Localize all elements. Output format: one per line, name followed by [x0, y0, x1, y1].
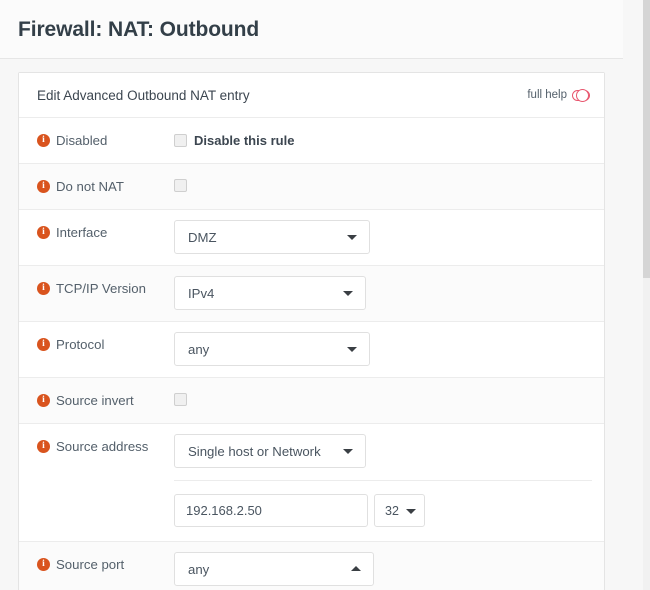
disable-this-rule-checkbox[interactable] — [174, 134, 187, 147]
row-field-disabled: Disable this rule — [174, 118, 604, 159]
protocol-select-value: any — [188, 341, 210, 357]
full-help-label: full help — [527, 89, 567, 101]
disable-this-rule-checkbox-group[interactable]: Disable this rule — [174, 128, 592, 148]
label-text: Protocol — [56, 337, 105, 352]
row-field-source-port: any — [174, 542, 604, 590]
panel-heading-label: Edit Advanced Outbound NAT entry — [37, 88, 250, 103]
form-row-source-port: i Source port any — [19, 542, 604, 590]
info-icon[interactable]: i — [37, 558, 50, 571]
page-gutter — [622, 0, 650, 590]
row-field-source-address: Single host or Network 32 — [174, 424, 604, 541]
content-area: Edit Advanced Outbound NAT entry full he… — [0, 59, 623, 590]
label-text: Source address — [56, 439, 149, 454]
source-address-input-group: 32 — [174, 494, 592, 527]
info-icon[interactable]: i — [37, 180, 50, 193]
chevron-down-icon — [343, 291, 353, 296]
page-root: Firewall: NAT: Outbound Edit Advanced Ou… — [0, 0, 650, 590]
row-field-interface: DMZ — [174, 210, 604, 265]
protocol-select[interactable]: any — [174, 332, 370, 366]
form-row-disabled: i Disabled Disable this rule — [19, 118, 604, 164]
field-divider — [174, 480, 592, 481]
label-text: Source invert — [56, 393, 134, 408]
page-title: Firewall: NAT: Outbound — [18, 18, 260, 41]
vertical-scrollbar[interactable] — [643, 0, 650, 590]
interface-select-value: DMZ — [188, 229, 217, 245]
form-row-source-invert: i Source invert — [19, 378, 604, 424]
form-row-source-address: i Source address Single host or Network … — [19, 424, 604, 542]
label-text: Do not NAT — [56, 179, 124, 194]
full-help-toggle[interactable]: full help — [527, 89, 590, 103]
chevron-down-icon — [343, 449, 353, 454]
toggle-switch-icon[interactable] — [572, 89, 590, 103]
form-row-tcp-ip-version: i TCP/IP Version IPv4 — [19, 266, 604, 322]
form-row-protocol: i Protocol any — [19, 322, 604, 378]
label-text: Interface — [56, 225, 108, 240]
interface-select[interactable]: DMZ — [174, 220, 370, 254]
info-icon[interactable]: i — [37, 440, 50, 453]
source-port-select[interactable]: any — [174, 552, 374, 586]
chevron-down-icon — [406, 508, 416, 514]
row-field-do-not-nat — [174, 164, 604, 203]
label-text: TCP/IP Version — [56, 281, 146, 296]
source-address-input[interactable] — [174, 494, 368, 527]
tcp-ip-version-select-value: IPv4 — [188, 285, 215, 301]
tcp-ip-version-select[interactable]: IPv4 — [174, 276, 366, 310]
row-label-interface: i Interface — [19, 210, 174, 255]
label-text: Disabled — [56, 133, 108, 148]
info-icon[interactable]: i — [37, 282, 50, 295]
source-address-cidr-value: 32 — [385, 503, 399, 518]
label-text: Source port — [56, 557, 125, 572]
info-icon[interactable]: i — [37, 338, 50, 351]
chevron-down-icon — [347, 235, 357, 240]
form-row-interface: i Interface DMZ — [19, 210, 604, 266]
source-invert-checkbox[interactable] — [174, 393, 187, 406]
info-icon[interactable]: i — [37, 226, 50, 239]
chevron-down-icon — [347, 347, 357, 352]
do-not-nat-checkbox-group[interactable] — [174, 174, 592, 192]
row-field-protocol: any — [174, 322, 604, 377]
source-address-type-select[interactable]: Single host or Network — [174, 434, 366, 468]
row-label-source-address: i Source address — [19, 424, 174, 469]
row-field-source-invert — [174, 378, 604, 417]
row-label-source-invert: i Source invert — [19, 378, 174, 423]
row-label-disabled: i Disabled — [19, 118, 174, 163]
row-field-tcp-ip-version: IPv4 — [174, 266, 604, 321]
do-not-nat-checkbox[interactable] — [174, 179, 187, 192]
row-label-do-not-nat: i Do not NAT — [19, 164, 174, 209]
disable-this-rule-label: Disable this rule — [194, 133, 295, 148]
info-icon[interactable]: i — [37, 394, 50, 407]
row-label-tcp-ip-version: i TCP/IP Version — [19, 266, 174, 311]
scrollbar-thumb[interactable] — [643, 0, 650, 278]
source-invert-checkbox-group[interactable] — [174, 388, 592, 406]
source-address-cidr-select[interactable]: 32 — [374, 494, 425, 527]
chevron-up-icon — [351, 566, 361, 571]
info-icon[interactable]: i — [37, 134, 50, 147]
form-row-do-not-nat: i Do not NAT — [19, 164, 604, 210]
row-label-source-port: i Source port — [19, 542, 174, 587]
panel-header: Edit Advanced Outbound NAT entry full he… — [19, 73, 604, 118]
page-header: Firewall: NAT: Outbound — [0, 0, 623, 59]
row-label-protocol: i Protocol — [19, 322, 174, 367]
source-address-type-value: Single host or Network — [188, 443, 321, 459]
source-port-select-value: any — [188, 561, 210, 577]
edit-nat-entry-panel: Edit Advanced Outbound NAT entry full he… — [18, 72, 605, 590]
